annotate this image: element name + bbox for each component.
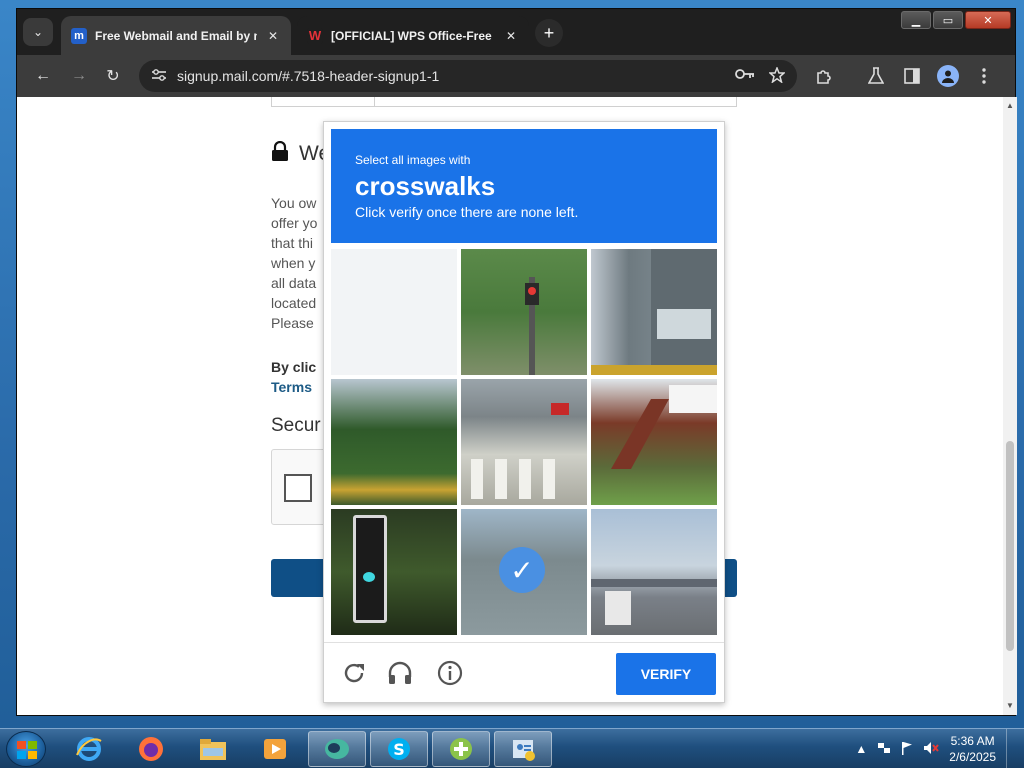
extensions-icon[interactable] — [813, 65, 835, 87]
section-heading: We — [271, 140, 330, 167]
tile-scene — [591, 249, 717, 375]
image-tile[interactable] — [331, 509, 457, 635]
page-scrollbar[interactable]: ▲ ▼ — [1003, 97, 1017, 715]
clock-time: 5:36 AM — [950, 734, 995, 748]
key-icon[interactable] — [735, 67, 755, 86]
add-app-icon[interactable] — [432, 731, 490, 767]
profile-avatar-icon[interactable] — [937, 65, 959, 87]
skype-icon[interactable]: S — [370, 731, 428, 767]
volume-muted-icon[interactable] — [923, 741, 940, 758]
traffic-signal — [353, 515, 387, 623]
tab-search-button[interactable]: ⌄ — [23, 18, 53, 46]
windows-logo-icon — [17, 741, 37, 759]
consent-line: By clic — [271, 359, 317, 375]
browser-toolbar: ← → ↻ signup.mail.com/#.7518-header-sign… — [17, 55, 1015, 97]
image-tile[interactable] — [591, 379, 717, 505]
image-tile[interactable] — [331, 249, 457, 375]
url-text[interactable]: signup.mail.com/#.7518-header-signup1-1 — [177, 68, 725, 84]
show-hidden-icons-icon[interactable]: ▲ — [855, 742, 867, 756]
reload-button[interactable]: ↻ — [101, 64, 125, 88]
site-info-icon[interactable] — [151, 68, 167, 85]
tab-title: [OFFICIAL] WPS Office-Free Of — [331, 28, 495, 43]
window-controls: ▁ ▭ ✕ — [901, 11, 1011, 29]
clock[interactable]: 5:36 AM 2/6/2025 — [949, 733, 996, 765]
taskbar: S ▲ 5:36 AM 2/6/2025 — [0, 728, 1024, 768]
check-icon: ✓ — [499, 547, 545, 593]
tab-strip: ⌄ m Free Webmail and Email by ma ✕ W [OF… — [17, 9, 1015, 55]
show-desktop-button[interactable] — [1006, 729, 1018, 768]
image-tile[interactable] — [591, 509, 717, 635]
labs-flask-icon[interactable] — [865, 65, 887, 87]
side-panel-icon[interactable] — [901, 65, 923, 87]
firefox-icon[interactable] — [122, 731, 180, 767]
audio-challenge-icon[interactable] — [386, 659, 414, 687]
consent-text: By clic Terms — [271, 357, 316, 397]
image-tile[interactable] — [461, 379, 587, 505]
address-bar[interactable]: signup.mail.com/#.7518-header-signup1-1 — [139, 60, 797, 92]
image-tile[interactable] — [461, 249, 587, 375]
window-close-button[interactable]: ✕ — [965, 11, 1011, 29]
tile-scene — [525, 277, 539, 375]
tile-scene — [611, 385, 717, 469]
close-icon[interactable]: ✕ — [265, 28, 281, 44]
forward-button[interactable]: → — [67, 64, 91, 88]
mail-com-logo-icon: m — [71, 27, 87, 44]
network-icon[interactable] — [877, 741, 891, 758]
image-grid: ✓ — [331, 249, 719, 637]
recaptcha-challenge-dialog: Select all images with crosswalks Click … — [323, 121, 725, 703]
challenge-keyword: crosswalks — [355, 171, 496, 201]
back-button[interactable]: ← — [31, 64, 55, 88]
challenge-prompt: Select all images with — [355, 153, 471, 167]
reload-icon[interactable] — [340, 659, 368, 687]
chevron-down-icon: ⌄ — [32, 25, 44, 39]
maximize-button[interactable]: ▭ — [933, 11, 963, 29]
image-tile[interactable] — [591, 249, 717, 375]
chrome-like-icon[interactable] — [308, 731, 366, 767]
recaptcha-checkbox[interactable] — [284, 474, 312, 502]
field-divider — [374, 97, 375, 107]
file-explorer-icon[interactable] — [184, 731, 242, 767]
svg-text:S: S — [393, 740, 405, 759]
wps-logo-icon: W — [307, 27, 323, 44]
scroll-down-arrow-icon[interactable]: ▼ — [1005, 701, 1015, 711]
system-tray: ▲ 5:36 AM 2/6/2025 — [855, 729, 1024, 768]
lock-icon — [271, 140, 289, 167]
tile-scene — [591, 579, 717, 625]
challenge-hint: Click verify once there are none left. — [355, 204, 579, 220]
phone-field[interactable] — [271, 97, 737, 107]
signal-light — [363, 572, 375, 582]
contacts-icon[interactable] — [494, 731, 552, 767]
challenge-header: Select all images with crosswalks Click … — [331, 129, 717, 243]
tile-scene — [471, 403, 569, 499]
bookmark-star-icon[interactable] — [768, 65, 786, 86]
media-player-icon[interactable] — [246, 731, 304, 767]
image-tile-selected[interactable]: ✓ — [461, 509, 587, 635]
start-button[interactable] — [6, 731, 46, 767]
scroll-thumb[interactable] — [1006, 441, 1014, 651]
tab-mail[interactable]: m Free Webmail and Email by ma ✕ — [61, 16, 291, 55]
terms-link[interactable]: Terms — [271, 377, 316, 397]
menu-kebab-icon[interactable] — [973, 65, 995, 87]
verify-button[interactable]: VERIFY — [616, 653, 716, 695]
minimize-button[interactable]: ▁ — [901, 11, 931, 29]
clock-date: 2/6/2025 — [949, 750, 996, 764]
tab-title: Free Webmail and Email by ma — [95, 28, 257, 43]
image-tile[interactable] — [331, 379, 457, 505]
info-icon[interactable] — [436, 659, 464, 687]
security-heading: Secur — [271, 415, 321, 436]
challenge-footer: VERIFY — [324, 642, 724, 702]
new-tab-button[interactable]: + — [535, 19, 563, 47]
scroll-up-arrow-icon[interactable]: ▲ — [1005, 101, 1015, 111]
action-center-flag-icon[interactable] — [901, 741, 913, 758]
close-icon[interactable]: ✕ — [503, 28, 519, 44]
tab-wps[interactable]: W [OFFICIAL] WPS Office-Free Of ✕ — [297, 16, 529, 55]
internet-explorer-icon[interactable] — [60, 731, 118, 767]
